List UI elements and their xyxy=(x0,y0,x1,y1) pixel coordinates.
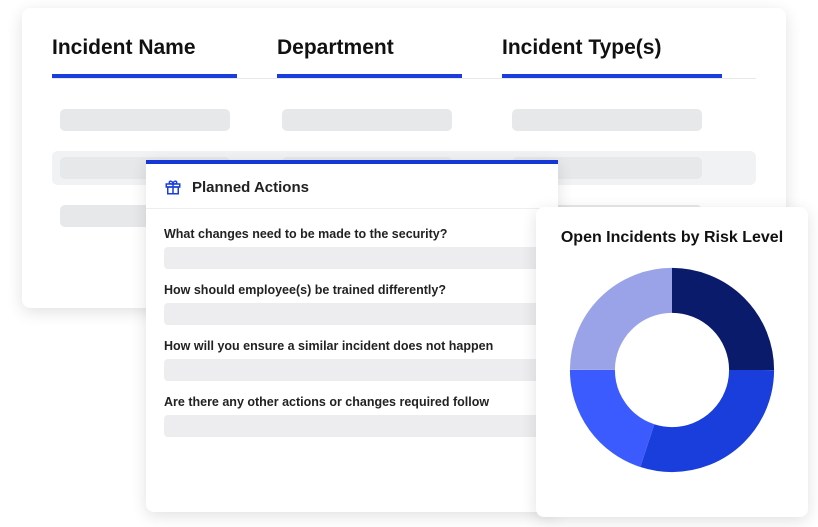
answer-input[interactable] xyxy=(164,359,540,381)
question-block: How should employee(s) be trained differ… xyxy=(164,283,540,325)
skeleton-cell xyxy=(60,109,230,131)
question-label: What changes need to be made to the secu… xyxy=(164,227,540,241)
planned-actions-title: Planned Actions xyxy=(192,179,309,196)
planned-actions-header: Planned Actions xyxy=(146,164,558,209)
question-label: How will you ensure a similar incident d… xyxy=(164,339,540,353)
question-label: Are there any other actions or changes r… xyxy=(164,395,540,409)
donut-chart xyxy=(567,265,777,475)
question-label: How should employee(s) be trained differ… xyxy=(164,283,540,297)
chart-title: Open Incidents by Risk Level xyxy=(554,229,790,247)
gift-icon xyxy=(164,178,182,196)
table-header-department[interactable]: Department xyxy=(277,36,462,78)
question-block: How will you ensure a similar incident d… xyxy=(164,339,540,381)
question-block: What changes need to be made to the secu… xyxy=(164,227,540,269)
planned-actions-card: Planned Actions What changes need to be … xyxy=(146,160,558,512)
skeleton-cell xyxy=(282,109,452,131)
table-header-row: Incident Name Department Incident Type(s… xyxy=(52,36,756,79)
table-header-incident-name[interactable]: Incident Name xyxy=(52,36,237,78)
open-incidents-chart-card: Open Incidents by Risk Level xyxy=(536,207,808,517)
answer-input[interactable] xyxy=(164,247,540,269)
skeleton-cell xyxy=(512,109,702,131)
donut-svg xyxy=(567,265,777,475)
question-block: Are there any other actions or changes r… xyxy=(164,395,540,437)
planned-actions-body: What changes need to be made to the secu… xyxy=(146,209,558,455)
table-header-incident-types[interactable]: Incident Type(s) xyxy=(502,36,722,78)
answer-input[interactable] xyxy=(164,415,540,437)
answer-input[interactable] xyxy=(164,303,540,325)
table-row[interactable] xyxy=(52,103,756,137)
